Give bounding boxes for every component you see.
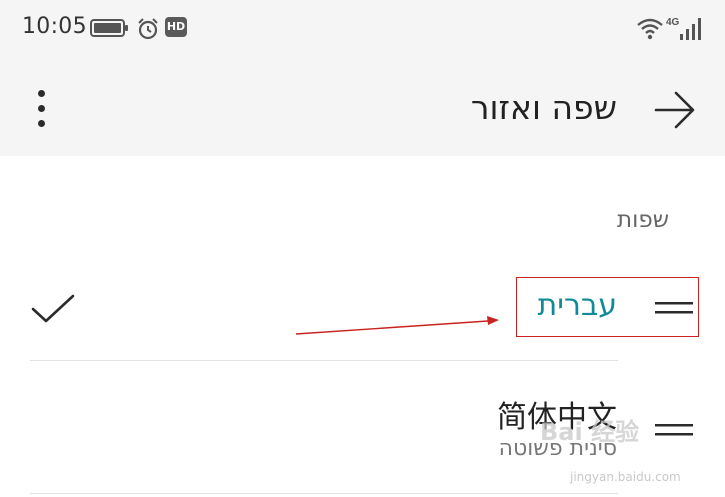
hd-icon: HD xyxy=(165,17,187,37)
row-divider xyxy=(30,360,618,361)
network-type-label: 4G xyxy=(666,17,680,28)
row-divider xyxy=(30,493,618,494)
annotation-highlight-box xyxy=(516,277,699,337)
section-header-languages: שפות xyxy=(616,207,669,233)
watermark-logo: Bai 经验 xyxy=(540,418,640,446)
wifi-icon xyxy=(636,16,664,44)
drag-handle-icon[interactable] xyxy=(655,422,693,442)
watermark-url: jingyan.baidu.com xyxy=(570,470,681,484)
arrow-right-icon xyxy=(654,91,695,129)
alarm-icon xyxy=(136,17,160,45)
battery-icon xyxy=(90,18,130,42)
back-button[interactable] xyxy=(652,88,698,132)
check-icon xyxy=(30,293,76,329)
status-time: 10:05 xyxy=(22,14,87,39)
more-options-button[interactable] xyxy=(24,86,60,132)
signal-icon: 4G xyxy=(666,15,706,47)
page-title: שפה ואזור xyxy=(470,88,617,127)
